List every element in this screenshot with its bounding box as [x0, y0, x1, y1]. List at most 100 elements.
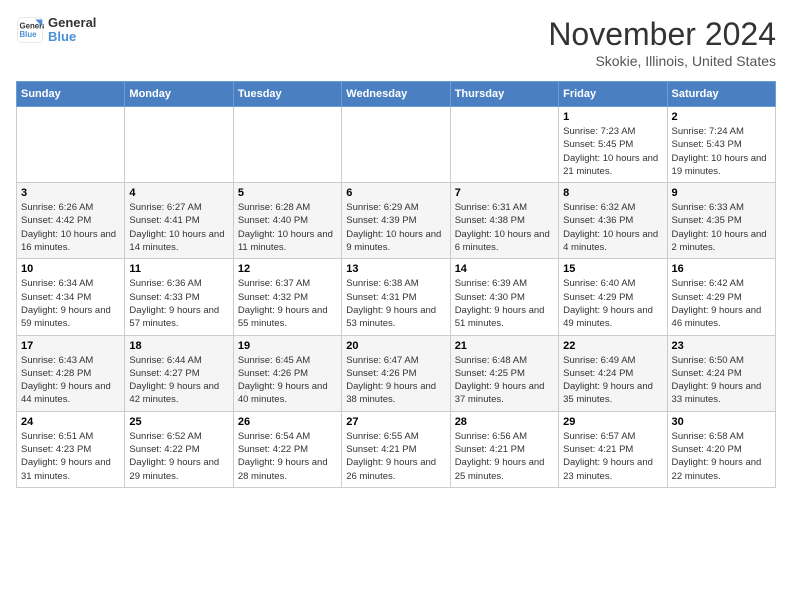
day-number: 28: [455, 416, 554, 428]
day-number: 2: [672, 111, 771, 123]
calendar-cell: 23Sunrise: 6:50 AM Sunset: 4:24 PM Dayli…: [667, 335, 775, 411]
calendar-cell: 27 Sunrise: 6:55 AM Sunset: 4:21 PM Dayli…: [342, 411, 450, 487]
location-title: Skokie, Illinois, United States: [548, 53, 776, 69]
calendar-cell: 26 Sunrise: 6:54 AM Sunset: 4:22 PM Dayli…: [233, 411, 341, 487]
day-info: Sunrise: 6:57 AM Sunset: 4:21 PM Dayligh…: [563, 430, 662, 483]
day-info: Sunrise: 6:52 AM Sunset: 4:22 PM Dayligh…: [129, 430, 228, 483]
calendar-cell: 22 Sunrise: 6:49 AM Sunset: 4:24 PM Dayli…: [559, 335, 667, 411]
day-number: 27: [346, 416, 445, 428]
calendar-week-row: 24Sunrise: 6:51 AM Sunset: 4:23 PM Dayli…: [17, 411, 776, 487]
day-number: 17: [21, 340, 120, 352]
day-number: 15: [563, 263, 662, 275]
calendar-cell: 1Sunrise: 7:23 AM Sunset: 5:45 PM Daylig…: [559, 107, 667, 183]
calendar-cell: 12Sunrise: 6:37 AM Sunset: 4:32 PM Dayli…: [233, 259, 341, 335]
logo-icon: General Blue: [16, 16, 44, 44]
calendar-cell: 14 Sunrise: 6:39 AM Sunset: 4:30 PM Dayli…: [450, 259, 558, 335]
day-number: 20: [346, 340, 445, 352]
day-number: 19: [238, 340, 337, 352]
calendar-cell: [233, 107, 341, 183]
day-number: 26: [238, 416, 337, 428]
calendar-cell: 8Sunrise: 6:32 AM Sunset: 4:36 PM Daylig…: [559, 183, 667, 259]
day-number: 16: [672, 263, 771, 275]
calendar-cell: 21Sunrise: 6:48 AM Sunset: 4:25 PM Dayli…: [450, 335, 558, 411]
day-number: 22: [563, 340, 662, 352]
calendar-cell: 30 Sunrise: 6:58 AM Sunset: 4:20 PM Dayli…: [667, 411, 775, 487]
day-number: 6: [346, 187, 445, 199]
calendar-cell: 9 Sunrise: 6:33 AM Sunset: 4:35 PM Daylig…: [667, 183, 775, 259]
day-info: Sunrise: 6:42 AM Sunset: 4:29 PM Dayligh…: [672, 277, 771, 330]
day-number: 30: [672, 416, 771, 428]
calendar-cell: 4 Sunrise: 6:27 AM Sunset: 4:41 PM Daylig…: [125, 183, 233, 259]
day-number: 4: [129, 187, 228, 199]
day-info: Sunrise: 6:58 AM Sunset: 4:20 PM Dayligh…: [672, 430, 771, 483]
day-info: Sunrise: 6:48 AM Sunset: 4:25 PM Dayligh…: [455, 354, 554, 407]
day-number: 10: [21, 263, 120, 275]
calendar-cell: 18 Sunrise: 6:44 AM Sunset: 4:27 PM Dayli…: [125, 335, 233, 411]
day-info: Sunrise: 6:33 AM Sunset: 4:35 PM Dayligh…: [672, 201, 771, 254]
calendar-cell: 3 Sunrise: 6:26 AM Sunset: 4:42 PM Daylig…: [17, 183, 125, 259]
weekday-header: Monday: [125, 82, 233, 107]
day-info: Sunrise: 6:26 AM Sunset: 4:42 PM Dayligh…: [21, 201, 120, 254]
calendar-cell: 17 Sunrise: 6:43 AM Sunset: 4:28 PM Dayli…: [17, 335, 125, 411]
day-info: Sunrise: 6:56 AM Sunset: 4:21 PM Dayligh…: [455, 430, 554, 483]
calendar-cell: 24Sunrise: 6:51 AM Sunset: 4:23 PM Dayli…: [17, 411, 125, 487]
calendar-cell: 11Sunrise: 6:36 AM Sunset: 4:33 PM Dayli…: [125, 259, 233, 335]
day-info: Sunrise: 6:43 AM Sunset: 4:28 PM Dayligh…: [21, 354, 120, 407]
day-info: Sunrise: 6:51 AM Sunset: 4:23 PM Dayligh…: [21, 430, 120, 483]
day-number: 25: [129, 416, 228, 428]
calendar-cell: 15 Sunrise: 6:40 AM Sunset: 4:29 PM Dayli…: [559, 259, 667, 335]
day-number: 9: [672, 187, 771, 199]
day-info: Sunrise: 6:29 AM Sunset: 4:39 PM Dayligh…: [346, 201, 445, 254]
calendar-table: SundayMondayTuesdayWednesdayThursdayFrid…: [16, 81, 776, 488]
day-info: Sunrise: 6:47 AM Sunset: 4:26 PM Dayligh…: [346, 354, 445, 407]
calendar-week-row: 17 Sunrise: 6:43 AM Sunset: 4:28 PM Dayli…: [17, 335, 776, 411]
weekday-header: Thursday: [450, 82, 558, 107]
day-info: Sunrise: 6:38 AM Sunset: 4:31 PM Dayligh…: [346, 277, 445, 330]
weekday-header: Wednesday: [342, 82, 450, 107]
weekday-header: Tuesday: [233, 82, 341, 107]
title-block: November 2024 Skokie, Illinois, United S…: [548, 16, 776, 69]
day-info: Sunrise: 6:54 AM Sunset: 4:22 PM Dayligh…: [238, 430, 337, 483]
svg-text:Blue: Blue: [20, 30, 38, 39]
day-number: 29: [563, 416, 662, 428]
calendar-week-row: 3 Sunrise: 6:26 AM Sunset: 4:42 PM Daylig…: [17, 183, 776, 259]
calendar-cell: [450, 107, 558, 183]
day-number: 13: [346, 263, 445, 275]
day-info: Sunrise: 6:39 AM Sunset: 4:30 PM Dayligh…: [455, 277, 554, 330]
calendar-cell: 20 Sunrise: 6:47 AM Sunset: 4:26 PM Dayli…: [342, 335, 450, 411]
day-info: Sunrise: 6:44 AM Sunset: 4:27 PM Dayligh…: [129, 354, 228, 407]
calendar-header-row: SundayMondayTuesdayWednesdayThursdayFrid…: [17, 82, 776, 107]
day-number: 3: [21, 187, 120, 199]
day-number: 14: [455, 263, 554, 275]
page-header: General Blue General Blue November 2024 …: [16, 16, 776, 69]
calendar-cell: 19 Sunrise: 6:45 AM Sunset: 4:26 PM Dayli…: [233, 335, 341, 411]
calendar-cell: 5Sunrise: 6:28 AM Sunset: 4:40 PM Daylig…: [233, 183, 341, 259]
logo: General Blue General Blue: [16, 16, 96, 45]
day-number: 1: [563, 111, 662, 123]
day-info: Sunrise: 6:40 AM Sunset: 4:29 PM Dayligh…: [563, 277, 662, 330]
day-number: 8: [563, 187, 662, 199]
day-number: 7: [455, 187, 554, 199]
calendar-cell: [125, 107, 233, 183]
day-info: Sunrise: 6:49 AM Sunset: 4:24 PM Dayligh…: [563, 354, 662, 407]
calendar-cell: 7 Sunrise: 6:31 AM Sunset: 4:38 PM Daylig…: [450, 183, 558, 259]
day-info: Sunrise: 6:50 AM Sunset: 4:24 PM Dayligh…: [672, 354, 771, 407]
day-info: Sunrise: 6:36 AM Sunset: 4:33 PM Dayligh…: [129, 277, 228, 330]
weekday-header: Saturday: [667, 82, 775, 107]
calendar-cell: 2Sunrise: 7:24 AM Sunset: 5:43 PM Daylig…: [667, 107, 775, 183]
logo-text-line1: General: [48, 16, 96, 30]
calendar-cell: 28 Sunrise: 6:56 AM Sunset: 4:21 PM Dayli…: [450, 411, 558, 487]
day-info: Sunrise: 6:55 AM Sunset: 4:21 PM Dayligh…: [346, 430, 445, 483]
day-info: Sunrise: 6:31 AM Sunset: 4:38 PM Dayligh…: [455, 201, 554, 254]
day-info: Sunrise: 6:45 AM Sunset: 4:26 PM Dayligh…: [238, 354, 337, 407]
day-number: 12: [238, 263, 337, 275]
calendar-cell: 29 Sunrise: 6:57 AM Sunset: 4:21 PM Dayli…: [559, 411, 667, 487]
day-info: Sunrise: 6:27 AM Sunset: 4:41 PM Dayligh…: [129, 201, 228, 254]
logo-text-line2: Blue: [48, 30, 96, 44]
calendar-week-row: 10Sunrise: 6:34 AM Sunset: 4:34 PM Dayli…: [17, 259, 776, 335]
calendar-cell: [342, 107, 450, 183]
calendar-cell: 6 Sunrise: 6:29 AM Sunset: 4:39 PM Daylig…: [342, 183, 450, 259]
calendar-week-row: 1Sunrise: 7:23 AM Sunset: 5:45 PM Daylig…: [17, 107, 776, 183]
weekday-header: Friday: [559, 82, 667, 107]
day-number: 18: [129, 340, 228, 352]
